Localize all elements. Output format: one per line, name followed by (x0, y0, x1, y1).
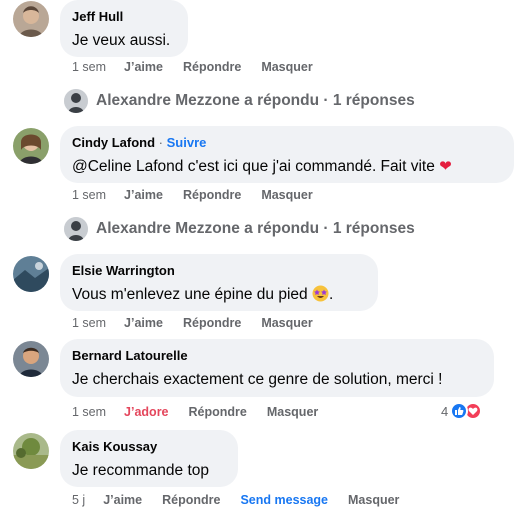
replies-label: Alexandre Mezzone a répondu · 1 réponses (96, 220, 415, 237)
reaction-summary[interactable]: 4 (441, 402, 483, 420)
send-message-button[interactable]: Send message (240, 493, 328, 507)
comment-author[interactable]: Bernard Latourelle (72, 347, 482, 364)
view-replies-link[interactable]: Alexandre Mezzone a répondu · 1 réponses (64, 89, 415, 113)
like-reaction-icon (450, 402, 469, 420)
comment-actions: 1 sem J’aime Répondre Masquer (72, 188, 333, 202)
comment-bubble: Kais Koussay Je recommande top (60, 430, 238, 487)
replies-label: Alexandre Mezzone a répondu · 1 réponses (96, 92, 415, 109)
like-button[interactable]: J’aime (124, 188, 163, 202)
comment-text: Je cherchais exactement ce genre de solu… (72, 371, 443, 388)
separator-dot: · (158, 135, 164, 150)
avatar[interactable] (13, 128, 49, 164)
comment-bubble: Cindy Lafond · Suivre @Celine Lafond c'e… (60, 126, 514, 183)
avatar (64, 217, 88, 241)
like-button[interactable]: J’aime (103, 493, 142, 507)
comment-text: @Celine Lafond c'est ici que j'ai comman… (72, 158, 435, 175)
comment-text-tail: . (328, 286, 334, 303)
comment-author[interactable]: Jeff Hull (72, 8, 176, 25)
comment-actions: 1 sem J’aime Répondre Masquer (72, 60, 333, 74)
star-struck-emoji-icon (312, 285, 329, 302)
comment-text: Vous m'enlevez une épine du pied (72, 286, 308, 303)
heart-emoji-icon: ❤ (439, 158, 452, 175)
avatar[interactable] (13, 433, 49, 469)
reply-button[interactable]: Répondre (183, 188, 241, 202)
hide-button[interactable]: Masquer (261, 188, 312, 202)
hide-button[interactable]: Masquer (348, 493, 399, 507)
comment-actions: 1 sem J’adore Répondre Masquer (72, 405, 338, 419)
comment-bubble: Bernard Latourelle Je cherchais exacteme… (60, 339, 494, 397)
comment-bubble: Elsie Warrington Vous m'enlevez une épin… (60, 254, 378, 311)
comment-bubble: Jeff Hull Je veux aussi. (60, 0, 188, 57)
hide-button[interactable]: Masquer (261, 60, 312, 74)
reply-button[interactable]: Répondre (183, 60, 241, 74)
love-button[interactable]: J’adore (124, 405, 168, 419)
reply-button[interactable]: Répondre (189, 405, 247, 419)
comment-author[interactable]: Elsie Warrington (72, 262, 366, 279)
comment-text: Je veux aussi. (72, 32, 171, 49)
view-replies-link[interactable]: Alexandre Mezzone a répondu · 1 réponses (64, 217, 415, 241)
reaction-count: 4 (441, 403, 449, 419)
like-button[interactable]: J’aime (124, 60, 163, 74)
comment-actions: 5 j J’aime Répondre Send message Masquer (72, 493, 419, 507)
comment-text: Je recommande top (72, 462, 209, 479)
comment-actions: 1 sem J’aime Répondre Masquer (72, 316, 333, 330)
comment-time[interactable]: 1 sem (72, 405, 106, 419)
comment-time[interactable]: 1 sem (72, 316, 106, 330)
comment-author[interactable]: Kais Koussay (72, 438, 226, 455)
comment-author[interactable]: Cindy Lafond (72, 135, 155, 150)
comment-text-line: @Celine Lafond c'est ici que j'ai comman… (72, 156, 502, 177)
comment-time[interactable]: 1 sem (72, 188, 106, 202)
reply-button[interactable]: Répondre (183, 316, 241, 330)
hide-button[interactable]: Masquer (261, 316, 312, 330)
avatar[interactable] (13, 1, 49, 37)
comment-text-line: Vous m'enlevez une épine du pied . (72, 284, 366, 305)
like-button[interactable]: J’aime (124, 316, 163, 330)
follow-button[interactable]: Suivre (167, 135, 207, 150)
reply-button[interactable]: Répondre (162, 493, 220, 507)
comment-time[interactable]: 1 sem (72, 60, 106, 74)
comment-author-line: Cindy Lafond · Suivre (72, 134, 502, 151)
avatar (64, 89, 88, 113)
avatar[interactable] (13, 341, 49, 377)
hide-button[interactable]: Masquer (267, 405, 318, 419)
comment-time[interactable]: 5 j (72, 493, 85, 507)
avatar[interactable] (13, 256, 49, 292)
